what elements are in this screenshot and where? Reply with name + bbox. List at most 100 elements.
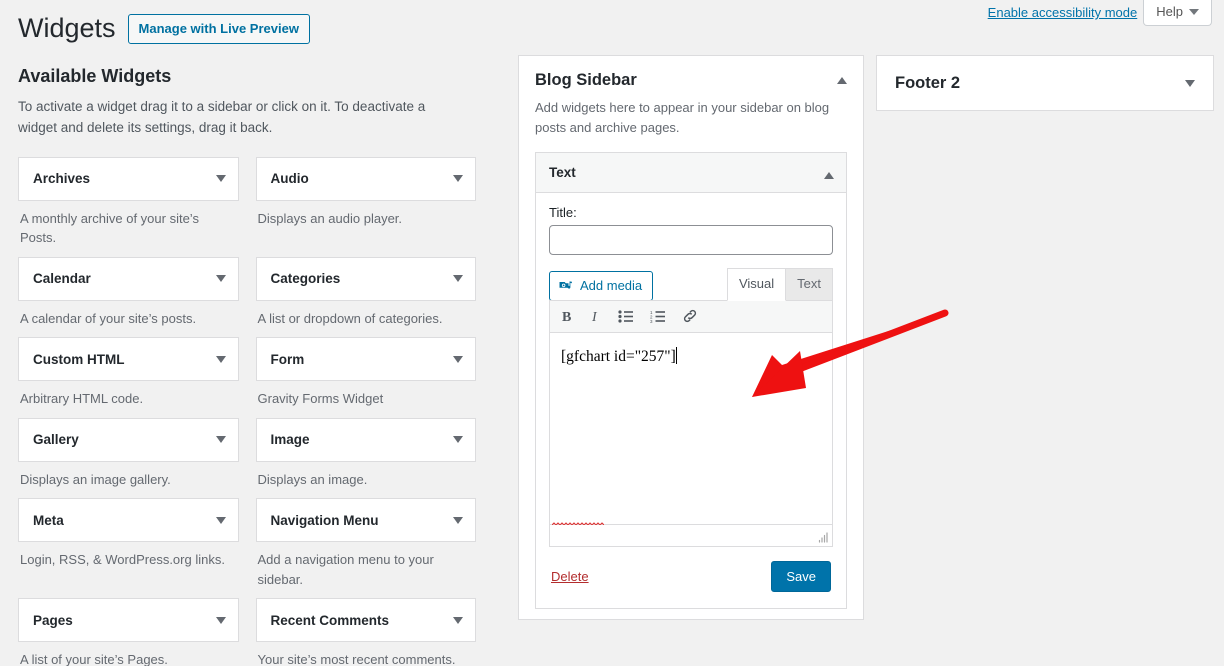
chevron-down-icon[interactable] [453, 175, 463, 183]
enable-accessibility-mode-link[interactable]: Enable accessibility mode [988, 0, 1138, 24]
text-widget-footer: Delete Save [549, 547, 833, 599]
help-label: Help [1156, 4, 1183, 19]
available-widget-item: Gallery Displays an image gallery. [18, 417, 239, 499]
chevron-down-icon[interactable] [215, 616, 226, 624]
chevron-up-icon[interactable] [824, 172, 834, 180]
widget-box-pages[interactable]: Pages [18, 598, 239, 643]
chevron-down-icon[interactable] [453, 516, 463, 524]
widget-box-form[interactable]: Form [255, 337, 476, 382]
widget-description: Arbitrary HTML code. [20, 391, 144, 407]
chevron-down-icon[interactable] [453, 436, 463, 444]
footer-2-title: Footer 2 [895, 73, 961, 92]
chevron-down-icon[interactable] [215, 516, 226, 524]
chevron-down-icon[interactable] [215, 436, 226, 444]
chevron-down-icon[interactable] [215, 275, 226, 283]
widget-name: Archives [33, 171, 91, 187]
add-media-label: Add media [580, 278, 643, 294]
widget-box-meta[interactable]: Meta [18, 498, 239, 543]
chevron-up-icon[interactable] [837, 77, 847, 84]
chevron-down-icon[interactable] [1185, 79, 1195, 87]
chevron-down-icon[interactable] [453, 355, 463, 363]
tab-visual[interactable]: Visual [726, 268, 787, 301]
blog-sidebar-description: Add widgets here to appear in your sideb… [535, 100, 830, 136]
bulleted-list-icon[interactable] [618, 310, 634, 323]
editor-mode-tabs: Visual Text [726, 268, 833, 301]
delete-link[interactable]: Delete [551, 569, 589, 584]
widget-box-navigation-menu[interactable]: Navigation Menu [255, 498, 476, 543]
numbered-list-icon[interactable]: 1 2 3 [650, 310, 666, 323]
title-field-label: Title: [549, 205, 577, 221]
available-widget-item: Form Gravity Forms Widget [255, 337, 476, 418]
available-widgets-intro: To activate a widget drag it to a sideba… [18, 99, 426, 135]
blog-sidebar-header[interactable]: Blog Sidebar [535, 71, 847, 90]
available-widgets-grid: Archives A monthly archive of your site’s… [18, 156, 476, 666]
widget-description: A calendar of your site’s posts. [20, 310, 197, 326]
available-widgets-section: Available Widgets To activate a widget d… [18, 66, 476, 666]
widget-box-image[interactable]: Image [255, 417, 476, 462]
save-button[interactable]: Save [771, 560, 831, 593]
tab-text[interactable]: Text [786, 268, 833, 301]
footer-2-panel[interactable]: Footer 2 [876, 55, 1214, 111]
widget-name: Form [270, 351, 305, 367]
editor-content-area[interactable]: [gfchart id="257"] [549, 331, 833, 526]
widget-name: Image [270, 432, 310, 448]
editor-toolbar: B I 1 2 3 [549, 299, 833, 332]
widget-description: A list or dropdown of categories. [257, 310, 443, 326]
available-widget-item: Categories A list or dropdown of categori… [255, 256, 476, 338]
available-widgets-heading: Available Widgets [18, 66, 172, 86]
widget-box-categories[interactable]: Categories [255, 256, 476, 301]
text-widget-title: Text [549, 165, 576, 181]
widget-name: Pages [33, 612, 73, 628]
widget-name: Recent Comments [270, 612, 390, 628]
widget-description: A list of your site’s Pages. [20, 652, 168, 666]
widget-description: Login, RSS, & WordPress.org links. [20, 552, 225, 568]
widget-name: Meta [33, 512, 64, 528]
available-widget-item: Image Displays an image. [255, 417, 476, 499]
chevron-down-icon[interactable] [453, 616, 463, 624]
widget-box-custom-html[interactable]: Custom HTML [18, 337, 239, 382]
widget-box-gallery[interactable]: Gallery [18, 417, 239, 462]
widgets-admin-page: Enable accessibility mode Help Widgets M… [0, 0, 1224, 666]
widget-description: Add a navigation menu to your sidebar. [257, 552, 434, 587]
available-widget-item: Pages A list of your site’s Pages. [18, 598, 239, 666]
svg-text:B: B [562, 310, 571, 324]
widget-description: Displays an image. [257, 471, 368, 487]
editor-status-bar [549, 524, 833, 547]
text-widget-header[interactable]: Text [536, 153, 846, 194]
widget-name: Calendar [33, 271, 91, 287]
top-right-controls: Enable accessibility mode Help [988, 0, 1212, 28]
available-widget-item: Recent Comments Your site’s most recent c… [255, 598, 476, 666]
help-button[interactable]: Help [1143, 0, 1212, 26]
widget-box-audio[interactable]: Audio [255, 156, 476, 201]
widget-box-archives[interactable]: Archives [18, 156, 239, 201]
widget-name: Categories [270, 271, 341, 287]
manage-with-live-preview-button[interactable]: Manage with Live Preview [127, 14, 310, 45]
widget-description: A monthly archive of your site’s Posts. [20, 210, 199, 246]
editor-top-bar: Add media Visual Text [549, 268, 833, 301]
italic-icon[interactable]: I [591, 309, 602, 324]
widget-box-recent-comments[interactable]: Recent Comments [255, 598, 476, 643]
blog-sidebar-title: Blog Sidebar [535, 71, 637, 89]
blog-sidebar-panel: Blog Sidebar Add widgets here to appear … [518, 55, 864, 621]
available-widget-item: Meta Login, RSS, & WordPress.org links. [18, 498, 239, 598]
add-media-button[interactable]: Add media [549, 271, 654, 301]
chevron-down-icon[interactable] [453, 275, 463, 283]
available-widget-item: Archives A monthly archive of your site’s… [18, 156, 239, 257]
text-widget-body: Title: Add media Visual Text B I 1 2 3 [… [536, 193, 846, 608]
widget-box-calendar[interactable]: Calendar [18, 256, 239, 301]
svg-text:3: 3 [650, 319, 653, 323]
widget-name: Audio [270, 171, 309, 187]
available-widget-item: Custom HTML Arbitrary HTML code. [18, 337, 239, 418]
widget-name: Custom HTML [33, 351, 125, 367]
resize-handle-icon[interactable] [817, 532, 828, 543]
widget-name: Gallery [33, 432, 79, 448]
editor-shortcode-text: [gfchart id="257"] [561, 347, 676, 365]
title-input[interactable] [549, 225, 833, 256]
link-icon[interactable] [682, 308, 698, 324]
svg-text:I: I [591, 310, 598, 324]
text-cursor [675, 346, 677, 364]
chevron-down-icon[interactable] [215, 175, 226, 183]
chevron-down-icon[interactable] [215, 355, 226, 363]
text-widget: Text Title: Add media Visual Text B I 1 … [535, 152, 847, 610]
bold-icon[interactable]: B [562, 309, 575, 324]
